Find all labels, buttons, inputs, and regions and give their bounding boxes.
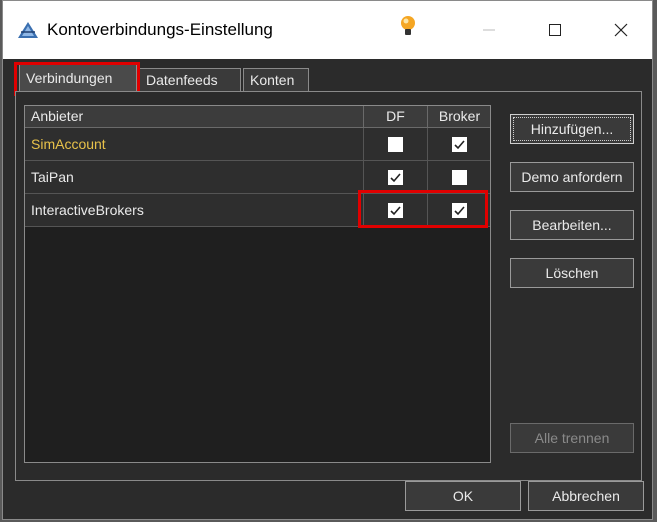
delete-button[interactable]: Löschen — [510, 258, 634, 288]
add-button[interactable]: Hinzufügen... — [510, 114, 634, 144]
minimize-icon — [483, 29, 495, 31]
tab-konten[interactable]: Konten — [243, 68, 309, 91]
table-row[interactable]: InteractiveBrokers — [25, 194, 490, 227]
tab-panel: Anbieter DF Broker SimAccount TaiPan Int… — [15, 91, 642, 481]
connections-table: Anbieter DF Broker SimAccount TaiPan Int… — [24, 105, 491, 463]
checkmark-icon — [454, 139, 465, 149]
dialog-body: Verbindungen Datenfeeds Konten Anbieter … — [11, 59, 644, 511]
row-provider-name: InteractiveBrokers — [31, 202, 144, 218]
checkmark-icon — [390, 205, 401, 215]
column-header-df[interactable]: DF — [363, 106, 427, 128]
request-demo-button[interactable]: Demo anfordern — [510, 162, 634, 192]
app-logo-icon — [18, 22, 38, 38]
row-provider-name: SimAccount — [31, 136, 106, 152]
df-cell — [363, 161, 427, 193]
df-cell — [363, 128, 427, 160]
lightbulb-icon[interactable] — [399, 15, 417, 39]
close-button[interactable] — [601, 15, 641, 45]
maximize-icon — [549, 24, 561, 36]
ok-button[interactable]: OK — [405, 481, 521, 511]
table-header: Anbieter DF Broker — [25, 106, 490, 128]
broker-checkbox[interactable] — [452, 136, 467, 152]
maximize-button[interactable] — [535, 15, 575, 45]
broker-cell — [427, 128, 491, 160]
column-header-anbieter[interactable]: Anbieter — [31, 106, 83, 128]
broker-checkbox[interactable] — [452, 169, 467, 185]
edit-button[interactable]: Bearbeiten... — [510, 210, 634, 240]
cancel-button[interactable]: Abbrechen — [528, 481, 644, 511]
tab-verbindungen[interactable]: Verbindungen — [19, 64, 137, 92]
minimize-button[interactable] — [469, 15, 509, 45]
df-cell — [363, 194, 427, 226]
broker-cell — [427, 194, 491, 226]
disconnect-all-button[interactable]: Alle trennen — [510, 423, 634, 453]
df-checkbox[interactable] — [388, 202, 403, 218]
table-row[interactable]: SimAccount — [25, 128, 490, 161]
broker-cell — [427, 161, 491, 193]
broker-checkbox[interactable] — [452, 202, 467, 218]
close-icon — [614, 23, 628, 37]
title-bar[interactable]: Kontoverbindungs-Einstellung — [3, 1, 652, 59]
checkmark-icon — [454, 205, 465, 215]
column-header-broker[interactable]: Broker — [427, 106, 491, 128]
table-row[interactable]: TaiPan — [25, 161, 490, 194]
tab-datenfeeds[interactable]: Datenfeeds — [139, 68, 241, 91]
df-checkbox[interactable] — [388, 136, 403, 152]
checkmark-icon — [390, 172, 401, 182]
df-checkbox[interactable] — [388, 169, 403, 185]
window-title: Kontoverbindungs-Einstellung — [47, 20, 273, 39]
row-provider-name: TaiPan — [31, 169, 74, 185]
dialog-window: Kontoverbindungs-Einstellung Verbindunge… — [2, 0, 653, 520]
